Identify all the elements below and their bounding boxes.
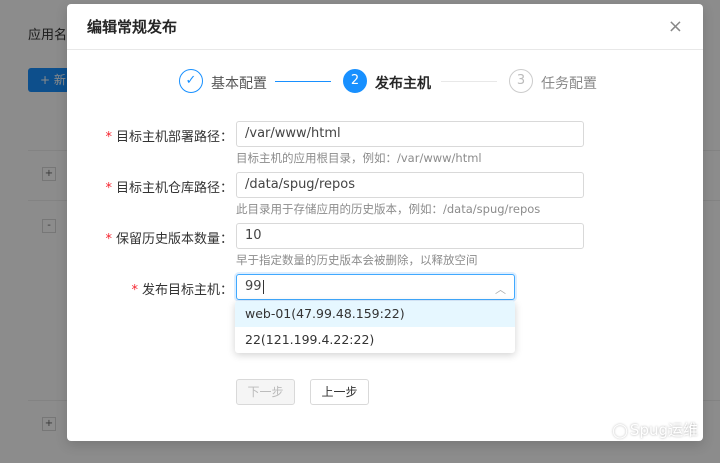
deploy-path-input[interactable]: /var/www/html [236, 121, 584, 147]
watermark: ◯ Spug运维 [612, 419, 698, 440]
next-step-button[interactable]: 下一步 [236, 379, 295, 405]
dropdown-option[interactable]: 22(121.199.4.22:22) [235, 327, 515, 353]
wechat-icon: ◯ [612, 423, 628, 439]
repo-path-help: 此目录用于存储应用的历史版本，例如：/data/spug/repos [236, 202, 541, 216]
step-label-task[interactable]: 任务配置 [541, 73, 597, 93]
modal-title: 编辑常规发布 [87, 18, 178, 36]
step-number-2[interactable]: 2 [343, 69, 367, 93]
hosts-label: * 发布目标主机： [131, 283, 233, 298]
modal-header: 编辑常规发布 × [67, 4, 703, 50]
prev-step-button[interactable]: 上一步 [310, 379, 369, 405]
step-label-basic[interactable]: 基本配置 [211, 73, 267, 93]
step-connector [441, 81, 497, 82]
step-connector [275, 81, 331, 82]
hosts-dropdown: web-01(47.99.48.159:22) 22(121.199.4.22:… [235, 301, 515, 353]
hosts-select[interactable]: 99 ︿ [236, 274, 515, 300]
dropdown-option[interactable]: web-01(47.99.48.159:22) [235, 301, 515, 327]
versions-label: * 保留历史版本数量： [105, 232, 233, 247]
versions-help: 早于指定数量的历史版本会被删除，以释放空间 [236, 253, 478, 267]
deploy-path-label: * 目标主机部署路径： [105, 130, 233, 145]
versions-input[interactable]: 10 [236, 223, 584, 249]
repo-path-label: * 目标主机仓库路径： [105, 181, 233, 196]
chevron-up-icon[interactable]: ︿ [495, 278, 506, 302]
step-finished-check-icon[interactable]: ✓ [179, 69, 203, 93]
watermark-text: Spug运维 [629, 421, 698, 439]
step-label-hosts[interactable]: 发布主机 [375, 73, 431, 93]
steps: ✓ 基本配置 2 发布主机 3 任务配置 [179, 68, 599, 96]
close-icon[interactable]: × [668, 17, 683, 36]
deploy-path-help: 目标主机的应用根目录，例如：/var/www/html [236, 151, 482, 165]
step-number-3[interactable]: 3 [509, 69, 533, 93]
hosts-search-text: 99 [245, 279, 262, 294]
text-caret [262, 279, 264, 294]
edit-release-modal: 编辑常规发布 × ✓ 基本配置 2 发布主机 3 任务配置 * 目标主机部署路径：… [67, 4, 703, 441]
repo-path-input[interactable]: /data/spug/repos [236, 172, 584, 198]
